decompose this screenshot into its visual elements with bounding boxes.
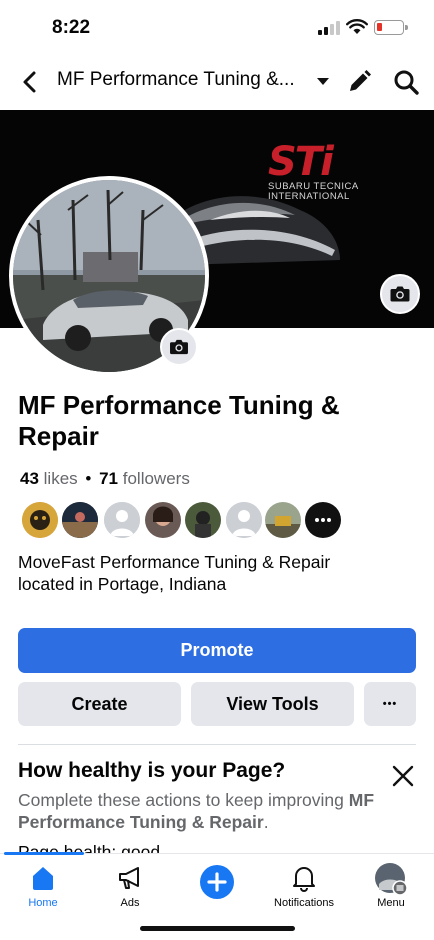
nav-bar: MF Performance Tuning &... — [0, 56, 434, 108]
edit-cover-button[interactable] — [380, 274, 420, 314]
follower-avatar-default[interactable] — [104, 502, 140, 538]
edit-profile-picture-button[interactable] — [160, 328, 198, 366]
home-indicator — [140, 926, 295, 931]
follower-avatar-default[interactable] — [226, 502, 262, 538]
cellular-signal-icon — [318, 21, 340, 35]
health-desc-suffix: . — [263, 812, 269, 832]
sti-logo-line2: INTERNATIONAL — [268, 191, 350, 202]
caret-down-icon[interactable] — [314, 72, 332, 90]
create-button[interactable]: Create — [18, 682, 181, 726]
wifi-icon — [346, 19, 368, 34]
tab-home-label: Home — [28, 897, 58, 909]
follower-avatar[interactable] — [265, 502, 301, 538]
pencil-icon[interactable] — [345, 68, 373, 96]
follower-avatar[interactable] — [185, 502, 221, 538]
status-bar: 8:22 — [0, 0, 434, 56]
view-tools-button[interactable]: View Tools — [191, 682, 354, 726]
followers-label: followers — [122, 469, 190, 488]
tab-menu-label: Menu — [377, 897, 405, 909]
followers-count: 71 — [99, 469, 119, 488]
page-stats[interactable]: 43 likes • 71 followers — [20, 469, 190, 489]
page-name: MF Performance Tuning & Repair — [18, 390, 340, 451]
follower-avatar[interactable] — [22, 502, 58, 538]
battery-icon — [374, 20, 408, 35]
home-icon — [33, 867, 53, 890]
nav-title[interactable]: MF Performance Tuning &... — [57, 69, 295, 91]
plus-icon — [200, 865, 234, 899]
likes-label: likes — [43, 469, 78, 488]
back-arrow-icon[interactable] — [18, 69, 44, 95]
tab-menu[interactable]: Menu — [348, 854, 434, 914]
stats-separator: • — [85, 469, 92, 488]
tab-ads-label: Ads — [120, 897, 140, 909]
more-dots-icon — [315, 518, 331, 522]
sti-logo-mark: STi — [268, 139, 334, 185]
search-icon[interactable] — [392, 68, 420, 96]
close-icon[interactable] — [392, 765, 414, 787]
camera-icon — [170, 339, 188, 355]
tab-notifications-label: Notifications — [274, 897, 334, 909]
profile-menu-icon — [375, 863, 408, 896]
tab-ads[interactable]: Ads — [87, 854, 173, 914]
health-card-title: How healthy is your Page? — [18, 759, 286, 782]
follower-avatar[interactable] — [62, 502, 98, 538]
status-time: 8:22 — [52, 17, 91, 38]
more-followers-button[interactable] — [305, 502, 341, 538]
megaphone-icon — [119, 867, 139, 889]
page-about: MoveFast Performance Tuning & Repair loc… — [18, 552, 331, 594]
camera-icon — [390, 286, 410, 302]
health-card-description: Complete these actions to keep improving… — [18, 789, 398, 833]
more-options-button[interactable]: ••• — [364, 682, 416, 726]
bell-icon — [293, 867, 315, 892]
tab-home[interactable]: Home — [0, 854, 86, 914]
health-desc-prefix: Complete these actions to keep improving — [18, 790, 344, 810]
tab-notifications[interactable]: Notifications — [261, 854, 347, 914]
tab-create[interactable] — [174, 854, 260, 914]
likes-count: 43 — [20, 469, 39, 488]
divider — [18, 744, 416, 745]
promote-button[interactable]: Promote — [18, 628, 416, 673]
sti-logo: STi SUBARU TECNICA INTERNATIONAL — [268, 142, 374, 202]
follower-avatar[interactable] — [145, 502, 181, 538]
